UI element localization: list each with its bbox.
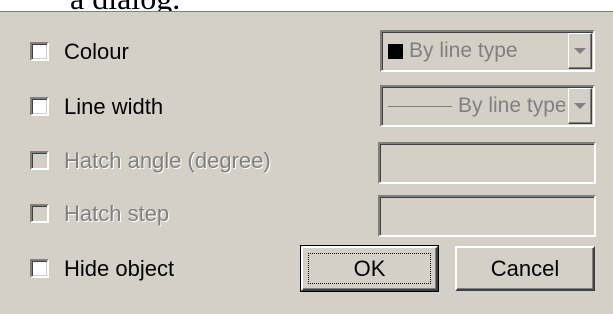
chevron-down-icon (574, 103, 586, 109)
colour-combo-value: By line type (409, 39, 518, 62)
colour-checkbox[interactable] (30, 42, 49, 61)
hatch-angle-label: Hatch angle (degree) (64, 148, 271, 173)
ok-button[interactable]: OK (300, 245, 439, 292)
hatch-angle-field[interactable] (378, 142, 596, 184)
dialog: Colour By line type Line width By line t… (0, 11, 613, 314)
hide-object-label: Hide object (64, 256, 175, 281)
hide-object-checkbox[interactable] (30, 259, 49, 278)
ok-button-label: OK (353, 255, 386, 281)
line-width-checkbox[interactable] (30, 97, 49, 116)
colour-label: Colour (64, 39, 129, 64)
cancel-button-label: Cancel (490, 255, 560, 281)
line-width-label: Line width (64, 94, 164, 119)
line-sample-icon (388, 105, 452, 107)
line-width-combo-value: By line type (458, 94, 565, 117)
line-width-dropdown-button[interactable] (568, 88, 592, 124)
hatch-step-checkbox[interactable] (30, 204, 49, 223)
colour-combo[interactable]: By line type (380, 30, 595, 72)
colour-dropdown-button[interactable] (568, 33, 592, 69)
hatch-angle-checkbox[interactable] (30, 151, 49, 170)
chevron-down-icon (574, 48, 586, 54)
hatch-step-field[interactable] (378, 195, 596, 237)
black-swatch-icon (388, 43, 403, 59)
cancel-button[interactable]: Cancel (455, 246, 595, 291)
hatch-step-label: Hatch step (64, 201, 170, 226)
line-width-combo[interactable]: By line type (380, 85, 595, 127)
